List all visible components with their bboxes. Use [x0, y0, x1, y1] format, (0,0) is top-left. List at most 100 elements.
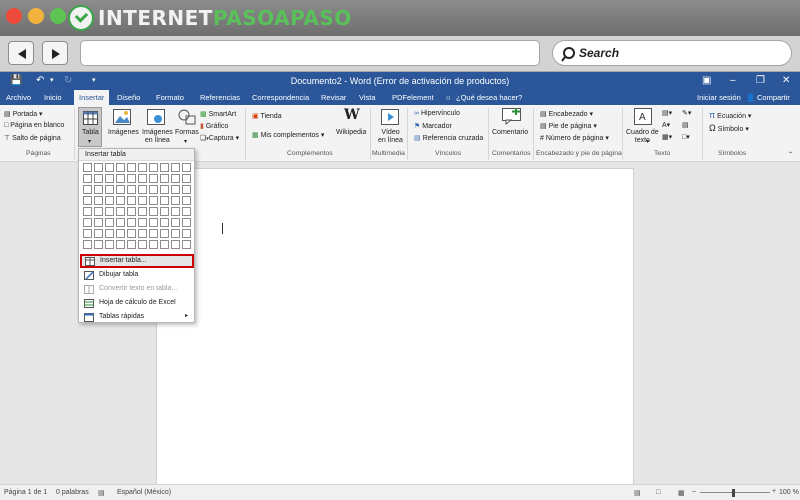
- table-grid-cell[interactable]: [83, 185, 92, 194]
- store-button[interactable]: ▣ Tienda: [252, 112, 282, 120]
- tab-revisar[interactable]: Revisar: [321, 93, 346, 102]
- zoom-slider-thumb[interactable]: [732, 489, 735, 497]
- word-count[interactable]: 0 palabras: [56, 489, 89, 496]
- table-grid-cell[interactable]: [171, 196, 180, 205]
- table-grid-cell[interactable]: [105, 185, 114, 194]
- table-grid-cell[interactable]: [160, 185, 169, 194]
- comment-button[interactable]: Comentario: [492, 129, 528, 136]
- page-number-button[interactable]: # Número de página ▾: [540, 134, 609, 142]
- tab-pdfelement[interactable]: PDFelement: [392, 93, 434, 102]
- table-grid-cell[interactable]: [149, 185, 158, 194]
- table-grid-cell[interactable]: [94, 218, 103, 227]
- table-grid-cell[interactable]: [94, 196, 103, 205]
- table-grid-cell[interactable]: [127, 163, 136, 172]
- zoom-in-icon[interactable]: +: [772, 488, 776, 495]
- table-size-grid[interactable]: [83, 163, 193, 251]
- bookmark-button[interactable]: ⚑ Marcador: [414, 122, 452, 130]
- search-input[interactable]: Search: [552, 40, 792, 66]
- table-button[interactable]: Tabla ▾: [78, 107, 102, 147]
- table-grid-cell[interactable]: [94, 229, 103, 238]
- tab-formato[interactable]: Formato: [156, 93, 184, 102]
- table-grid-cell[interactable]: [116, 218, 125, 227]
- signature-line-icon[interactable]: ✎▾: [682, 109, 691, 117]
- table-grid-cell[interactable]: [149, 174, 158, 183]
- zoom-slider[interactable]: [700, 492, 770, 493]
- my-addins-button[interactable]: ▦ Mis complementos ▾: [252, 131, 324, 139]
- collapse-ribbon-icon[interactable]: ⌃: [788, 151, 793, 158]
- table-grid-cell[interactable]: [138, 240, 147, 249]
- header-button[interactable]: ▤ Encabezado ▾: [540, 110, 593, 118]
- table-grid-cell[interactable]: [83, 174, 92, 183]
- table-grid-cell[interactable]: [171, 229, 180, 238]
- table-grid-cell[interactable]: [149, 207, 158, 216]
- cross-reference-button[interactable]: ▤ Referencia cruzada: [414, 134, 483, 142]
- wordart-icon[interactable]: A▾: [662, 121, 670, 129]
- zoom-level[interactable]: 100 %: [779, 489, 799, 496]
- tab-archivo[interactable]: Archivo: [6, 93, 31, 102]
- table-grid-cell[interactable]: [94, 163, 103, 172]
- tab-inicio[interactable]: Inicio: [44, 93, 62, 102]
- hyperlink-button[interactable]: ∞ Hipervínculo: [414, 110, 460, 117]
- web-layout-icon[interactable]: ▦: [678, 489, 685, 497]
- table-grid-cell[interactable]: [105, 218, 114, 227]
- table-grid-cell[interactable]: [171, 185, 180, 194]
- table-grid-cell[interactable]: [83, 229, 92, 238]
- drop-cap-icon[interactable]: ▦▾: [662, 133, 672, 141]
- table-grid-cell[interactable]: [138, 229, 147, 238]
- table-grid-cell[interactable]: [127, 229, 136, 238]
- table-grid-cell[interactable]: [182, 218, 191, 227]
- table-grid-cell[interactable]: [127, 196, 136, 205]
- maximize-window-button[interactable]: [50, 8, 66, 24]
- page-count[interactable]: Página 1 de 1: [4, 489, 47, 496]
- object-icon[interactable]: □▾: [682, 133, 690, 141]
- back-button[interactable]: [8, 41, 34, 65]
- wikipedia-button[interactable]: Wikipedia: [336, 129, 366, 136]
- tab-diseno[interactable]: Diseño: [117, 93, 140, 102]
- table-grid-cell[interactable]: [127, 240, 136, 249]
- tell-me-input[interactable]: ¿Qué desea hacer?: [456, 93, 522, 102]
- share-button[interactable]: Compartir: [757, 93, 790, 102]
- text-box-button[interactable]: Cuadro de texto: [626, 129, 659, 145]
- table-grid-cell[interactable]: [149, 163, 158, 172]
- menu-item-excel-sheet[interactable]: Hoja de cálculo de Excel: [81, 297, 193, 309]
- table-grid-cell[interactable]: [171, 163, 180, 172]
- table-grid-cell[interactable]: [105, 229, 114, 238]
- table-grid-cell[interactable]: [138, 218, 147, 227]
- table-grid-cell[interactable]: [83, 240, 92, 249]
- table-grid-cell[interactable]: [160, 240, 169, 249]
- table-grid-cell[interactable]: [149, 240, 158, 249]
- table-grid-cell[interactable]: [138, 174, 147, 183]
- forward-button[interactable]: [42, 41, 68, 65]
- table-grid-cell[interactable]: [182, 229, 191, 238]
- online-video-button[interactable]: Vídeo en línea: [378, 129, 403, 145]
- table-grid-cell[interactable]: [116, 185, 125, 194]
- tab-correspondencia[interactable]: Correspondencia: [252, 93, 309, 102]
- tab-referencias[interactable]: Referencias: [200, 93, 240, 102]
- table-grid-cell[interactable]: [127, 207, 136, 216]
- table-grid-cell[interactable]: [83, 207, 92, 216]
- print-layout-icon[interactable]: □: [656, 489, 660, 496]
- proofing-icon[interactable]: ▤: [98, 489, 105, 497]
- symbol-button[interactable]: Ω Símbolo ▾: [709, 123, 749, 133]
- table-grid-cell[interactable]: [160, 229, 169, 238]
- menu-item-insert-table[interactable]: Insertar tabla...: [80, 254, 194, 268]
- table-grid-cell[interactable]: [160, 163, 169, 172]
- table-grid-cell[interactable]: [171, 218, 180, 227]
- table-grid-cell[interactable]: [171, 207, 180, 216]
- date-time-icon[interactable]: ▤: [682, 121, 689, 129]
- tab-vista[interactable]: Vista: [359, 93, 376, 102]
- table-grid-cell[interactable]: [94, 185, 103, 194]
- menu-item-draw-table[interactable]: Dibujar tabla: [81, 269, 193, 281]
- table-grid-cell[interactable]: [149, 196, 158, 205]
- table-grid-cell[interactable]: [116, 163, 125, 172]
- table-grid-cell[interactable]: [105, 196, 114, 205]
- menu-item-quick-tables[interactable]: Tablas rápidas ▸: [81, 311, 193, 323]
- table-grid-cell[interactable]: [138, 163, 147, 172]
- equation-button[interactable]: π Ecuación ▾: [709, 110, 751, 120]
- table-grid-cell[interactable]: [94, 240, 103, 249]
- table-grid-cell[interactable]: [138, 196, 147, 205]
- quick-parts-icon[interactable]: ▤▾: [662, 109, 672, 117]
- table-grid-cell[interactable]: [160, 218, 169, 227]
- chart-button[interactable]: ▮ Gráfico: [200, 122, 228, 130]
- table-grid-cell[interactable]: [138, 207, 147, 216]
